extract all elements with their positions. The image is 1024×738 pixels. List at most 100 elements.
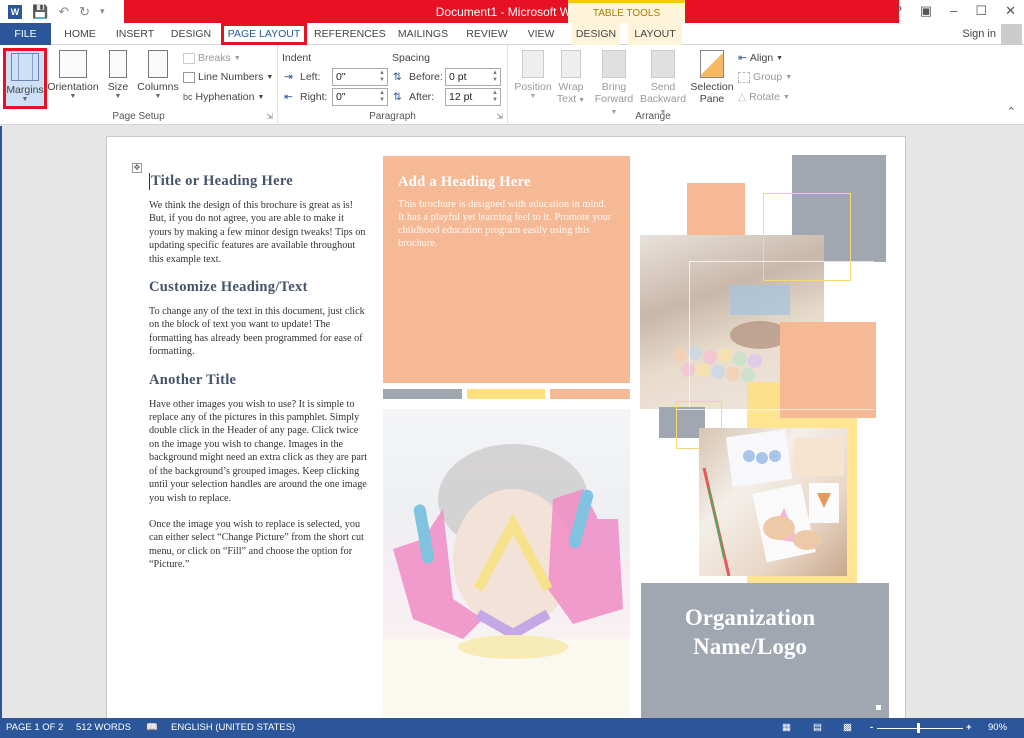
heading-customize[interactable]: Customize Heading/Text: [149, 279, 369, 296]
heading-another-title[interactable]: Another Title: [149, 372, 369, 389]
breaks-icon: [183, 52, 195, 64]
align-button[interactable]: ⇤ Align ▼: [738, 52, 783, 64]
tab-file[interactable]: FILE: [0, 23, 51, 45]
zoom-in-button[interactable]: +: [966, 722, 972, 733]
chevron-down-icon: ▼: [233, 54, 241, 62]
read-mode-icon[interactable]: ▦: [782, 722, 791, 733]
collapse-ribbon-icon[interactable]: ⌃: [1007, 105, 1016, 118]
ribbon-display-options-icon[interactable]: ▣: [920, 3, 932, 19]
line-numbers-button[interactable]: Line Numbers ▼: [183, 71, 273, 83]
organization-name[interactable]: Organization Name/Logo: [641, 603, 859, 661]
paragraph-images[interactable]: Have other images you wish to use? It is…: [149, 398, 369, 505]
tab-mailings[interactable]: MAILINGS: [394, 23, 452, 45]
print-layout-icon[interactable]: ▤: [813, 722, 822, 733]
table-tools-label: TABLE TOOLS: [592, 8, 661, 19]
tab-references[interactable]: REFERENCES: [314, 23, 386, 45]
tab-table-layout[interactable]: LAYOUT: [628, 23, 682, 45]
sign-in-link[interactable]: Sign in: [962, 28, 996, 40]
send-backward-button[interactable]: Send Backward ▼: [638, 48, 688, 116]
spinner-icon[interactable]: ▲ ▼: [379, 70, 385, 84]
help-icon[interactable]: ?: [895, 3, 902, 19]
tab-insert[interactable]: INSERT: [112, 23, 158, 45]
proofing-icon[interactable]: 📖: [146, 722, 158, 733]
chevron-down-icon: ▼: [154, 93, 162, 100]
columns-button[interactable]: Columns ▼: [136, 48, 180, 106]
tab-home[interactable]: HOME: [58, 23, 102, 45]
spacing-after-field[interactable]: 12 pt ▲ ▼: [445, 88, 501, 106]
white-outline-line: [676, 409, 874, 410]
word-count[interactable]: 512 WORDS: [76, 722, 131, 733]
breaks-button[interactable]: Breaks ▼: [183, 52, 241, 64]
heading-text-box[interactable]: Add a Heading Here This brochure is desi…: [383, 156, 630, 383]
color-strip-yellow: [467, 389, 545, 399]
spacing-before-icon: ⇅: [393, 71, 402, 83]
indent-left-field[interactable]: 0" ▲ ▼: [332, 68, 388, 86]
page-setup-group: Margins ▼ Orientation ▼ Size ▼ Columns ▼ Bre…: [0, 45, 278, 125]
spacing-after-label: After:: [409, 91, 435, 103]
group-button[interactable]: Group ▼: [738, 71, 792, 83]
rotate-button[interactable]: △ Rotate ▼: [738, 91, 790, 103]
document-page[interactable]: ✥ Title or Heading Here We think the des…: [106, 136, 906, 736]
margins-icon: [11, 53, 39, 81]
spinner-icon[interactable]: ▲ ▼: [492, 70, 498, 84]
size-button[interactable]: Size ▼: [103, 48, 133, 106]
spacing-before-field[interactable]: 0 pt ▲ ▼: [445, 68, 501, 86]
close-icon[interactable]: ✕: [1005, 3, 1016, 19]
line-numbers-icon: [183, 71, 195, 83]
hyphenation-icon: bc: [183, 92, 193, 102]
spinner-icon[interactable]: ▲ ▼: [379, 90, 385, 104]
spacing-title: Spacing: [392, 52, 430, 64]
ribbon: Margins ▼ Orientation ▼ Size ▼ Columns ▼ Bre…: [0, 45, 1024, 125]
tab-view[interactable]: VIEW: [522, 23, 560, 45]
zoom-slider-thumb[interactable]: [917, 723, 920, 733]
minimize-icon[interactable]: –: [950, 3, 957, 19]
zoom-level[interactable]: 90%: [988, 722, 1007, 733]
children-drawing-photo[interactable]: [699, 428, 847, 576]
paragraph-customize[interactable]: To change any of the text in this docume…: [149, 305, 369, 359]
chevron-down-icon: ▼: [69, 93, 77, 100]
color-strip-orange: [550, 389, 630, 399]
orange-square-middle: [780, 322, 876, 418]
group-icon: [738, 71, 750, 83]
language[interactable]: ENGLISH (UNITED STATES): [171, 722, 295, 733]
margins-button[interactable]: Margins ▼: [3, 48, 47, 109]
box-body[interactable]: This brochure is designed with education…: [398, 198, 615, 250]
maximize-icon[interactable]: ☐: [975, 3, 987, 19]
page-count[interactable]: PAGE 1 OF 2: [6, 722, 63, 733]
dialog-launcher-icon[interactable]: ⇲: [496, 112, 503, 121]
zoom-slider[interactable]: [877, 728, 963, 729]
window-controls: ? ▣ – ☐ ✕: [895, 3, 1016, 19]
selection-pane-button[interactable]: Selection Pane: [690, 48, 734, 106]
document-workspace: ✥ Title or Heading Here We think the des…: [0, 126, 1024, 736]
tab-review[interactable]: REVIEW: [462, 23, 512, 45]
tab-page-layout[interactable]: PAGE LAYOUT: [221, 23, 307, 45]
orange-square-top: [687, 183, 745, 235]
arrange-label: Arrange: [635, 111, 671, 122]
dialog-launcher-icon[interactable]: ⇲: [266, 112, 273, 121]
tab-table-design[interactable]: DESIGN: [572, 23, 620, 45]
web-layout-icon[interactable]: ▩: [843, 722, 852, 733]
avatar[interactable]: [1001, 24, 1022, 45]
paragraph-replace[interactable]: Once the image you wish to replace is se…: [149, 518, 369, 572]
zoom-out-button[interactable]: -: [870, 722, 873, 733]
heading-title[interactable]: Title or Heading Here: [149, 173, 369, 190]
box-heading[interactable]: Add a Heading Here: [398, 174, 615, 191]
indent-right-field[interactable]: 0" ▲ ▼: [332, 88, 388, 106]
send-backward-icon: [651, 50, 675, 78]
indent-title: Indent: [282, 52, 312, 64]
position-button[interactable]: Position ▼: [512, 48, 554, 106]
organization-logo-box[interactable]: Organization Name/Logo: [641, 583, 889, 727]
child-painted-hands-photo[interactable]: [383, 409, 630, 727]
orientation-button[interactable]: Orientation ▼: [47, 48, 99, 106]
window-title: Document1 - Microsoft Word: [435, 5, 589, 19]
tab-design[interactable]: DESIGN: [168, 23, 214, 45]
paragraph-intro[interactable]: We think the design of this brochure is …: [149, 199, 369, 266]
table-move-handle-icon[interactable]: ✥: [132, 163, 142, 173]
bring-forward-button[interactable]: Bring Forward ▼: [592, 48, 636, 116]
paragraph-group: Indent Spacing ⇥ Left: 0" ▲ ▼ ⇤ Right: 0" ▲…: [278, 45, 508, 125]
resize-handle[interactable]: [876, 705, 881, 710]
wrap-text-button[interactable]: Wrap Text ▼: [556, 48, 586, 106]
spinner-icon[interactable]: ▲ ▼: [492, 90, 498, 104]
hyphenation-button[interactable]: bc Hyphenation ▼: [183, 91, 264, 103]
orientation-icon: [59, 50, 87, 78]
